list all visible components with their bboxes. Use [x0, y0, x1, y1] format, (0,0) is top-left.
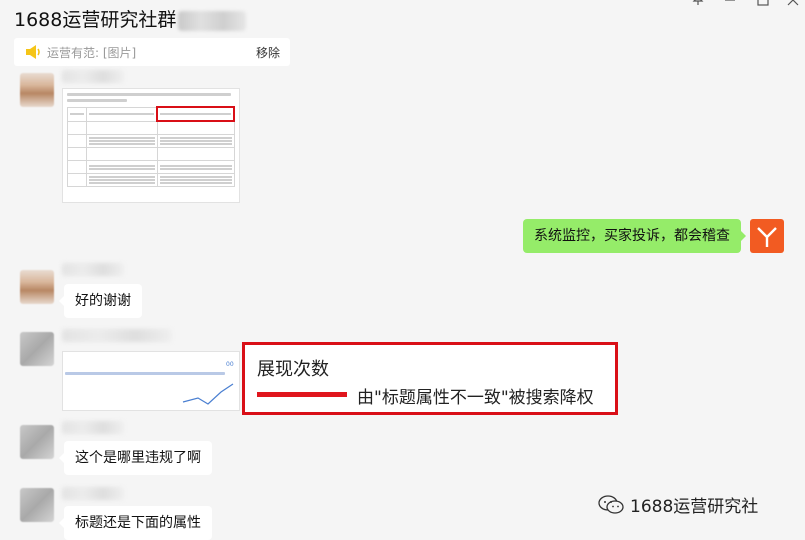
pin-icon[interactable] [692, 0, 704, 9]
callout-title: 展现次数 [257, 359, 329, 380]
my-avatar[interactable] [750, 219, 784, 253]
callout-text: 由"标题属性不一致"被搜索降权 [357, 388, 594, 408]
sender-name-redacted [62, 487, 124, 500]
message-bubble[interactable]: 标题还是下面的属性 [59, 506, 212, 540]
minimize-icon[interactable] [724, 0, 736, 9]
sender-name-redacted [62, 421, 124, 434]
pinned-notice[interactable]: 运营有范: [图片] 移除 [14, 38, 290, 66]
sender-name-redacted [62, 329, 172, 342]
avatar[interactable] [20, 73, 54, 107]
sender-name-redacted [62, 263, 124, 276]
maximize-icon[interactable] [757, 0, 769, 9]
avatar[interactable] [20, 270, 54, 304]
notice-label: 运营有范: [图片] [47, 46, 137, 60]
chat-title: 1688运营研究社群 [14, 5, 247, 32]
message-bubble[interactable]: 好的谢谢 [59, 284, 142, 318]
avatar[interactable] [20, 332, 54, 366]
notice-remove-button[interactable]: 移除 [256, 44, 280, 61]
callout-marker-line [257, 392, 347, 397]
close-icon[interactable] [787, 0, 799, 9]
doc-text-line [67, 99, 127, 102]
wechat-icon [598, 494, 624, 520]
sender-name-redacted [62, 70, 124, 83]
my-message-bubble[interactable]: 系统监控，买家投诉，都会稽查 [523, 219, 746, 253]
chat-title-text: 1688运营研究社群 [14, 9, 177, 31]
message-bubble[interactable]: 这个是哪里违规了啊 [59, 441, 212, 475]
image-message-document[interactable] [62, 88, 240, 203]
title-bar: 1688运营研究社群 [0, 0, 805, 36]
avatar[interactable] [20, 425, 54, 459]
image-message-chart[interactable]: 00 [62, 351, 240, 411]
speaker-icon [24, 44, 42, 60]
doc-text-line [67, 93, 231, 96]
redacted-member-count [178, 10, 247, 31]
watermark-text: 1688运营研究社 [630, 497, 759, 517]
avatar[interactable] [20, 488, 54, 522]
svg-text:00: 00 [226, 361, 234, 368]
watermark: 1688运营研究社 [598, 492, 758, 520]
doc-table [67, 106, 235, 187]
highlight-callout: 展现次数 由"标题属性不一致"被搜索降权 [242, 342, 618, 415]
trend-chart: 00 [182, 361, 234, 405]
